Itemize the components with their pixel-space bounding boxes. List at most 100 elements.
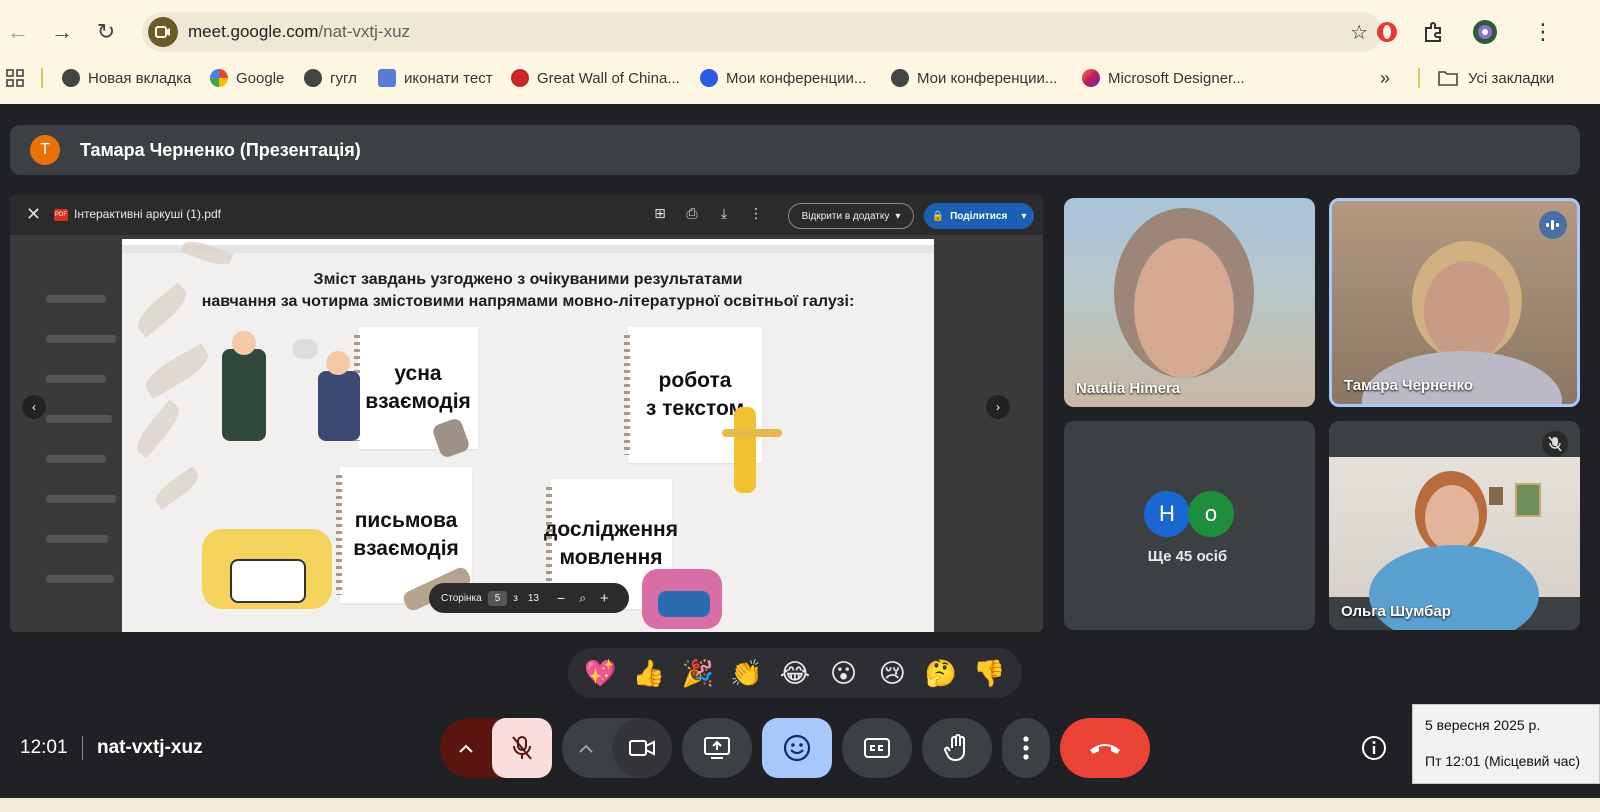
- lock-icon: 🔒: [931, 210, 945, 222]
- participant-tile[interactable]: Natalia Himera: [1064, 198, 1315, 407]
- reactions-bar: 💖 👍 🎉 👏 😂 😮 😢 🤔 👎: [568, 648, 1022, 698]
- bg-line: [46, 295, 106, 303]
- bg-line: [46, 495, 116, 503]
- more-bookmarks-chevron-icon[interactable]: »: [1380, 66, 1390, 90]
- blue-book-illustration: [658, 591, 710, 617]
- bookmark-label: Microsoft Designer...: [1108, 69, 1245, 87]
- raise-hand-button[interactable]: [922, 718, 992, 778]
- card-line: робота: [658, 369, 732, 392]
- zoom-out-icon[interactable]: −: [557, 590, 565, 606]
- presenter-bar: T Тамара Черненко (Презентація): [10, 125, 1580, 175]
- browser-menu-icon[interactable]: ⋮: [1528, 17, 1558, 47]
- video-options-chevron-up-icon[interactable]: [562, 718, 610, 778]
- call-end-icon: [1090, 744, 1120, 754]
- page-current-input[interactable]: 5: [487, 590, 508, 606]
- bookmark-label: Мои конференции...: [726, 69, 867, 87]
- reaction-clap[interactable]: 👏: [726, 653, 766, 693]
- more-options-button[interactable]: [1002, 718, 1050, 778]
- print-icon[interactable]: ⎙: [682, 205, 702, 225]
- wall-picture: [1489, 487, 1503, 505]
- more-participants-tile[interactable]: Н о Ще 45 осіб: [1064, 421, 1315, 630]
- page-of-label: з: [513, 592, 518, 604]
- reaction-surprised[interactable]: 😮: [824, 653, 864, 693]
- address-bar[interactable]: meet.google.com/nat-vxtj-xuz ☆: [142, 12, 1382, 52]
- bookmark-item[interactable]: Мои конференции...: [891, 66, 1057, 90]
- add-comment-icon[interactable]: ⊞: [650, 205, 670, 225]
- zoom-search-icon[interactable]: ⌕: [579, 591, 586, 606]
- participant-face: [1424, 261, 1510, 361]
- download-icon[interactable]: ⤓: [714, 205, 734, 225]
- bg-line: [46, 575, 114, 583]
- bookmark-item[interactable]: Мои конференции...: [700, 66, 866, 90]
- next-slide-chevron-icon[interactable]: ›: [986, 395, 1010, 419]
- illustration-girl-head: [326, 351, 350, 375]
- reload-icon[interactable]: ↻: [92, 18, 120, 46]
- participant-tile[interactable]: Ольга Шумбар: [1329, 421, 1580, 630]
- globe-icon: [62, 69, 80, 87]
- apps-grid-icon[interactable]: [6, 66, 24, 90]
- videocam-icon: [629, 740, 655, 756]
- zoom-icon: [700, 69, 718, 87]
- leave-call-button[interactable]: [1060, 718, 1150, 778]
- opera-extension-icon[interactable]: [1372, 17, 1402, 47]
- share-button[interactable]: 🔒 Поділитися ▾: [924, 203, 1034, 229]
- meeting-info-icon[interactable]: [1360, 734, 1388, 762]
- bookmark-item[interactable]: Новая вкладка: [62, 66, 191, 90]
- reaction-crying[interactable]: 😢: [872, 653, 912, 693]
- all-bookmarks-button[interactable]: Усі закладки: [1438, 66, 1554, 90]
- present-screen-button[interactable]: [682, 718, 752, 778]
- present-to-all-icon: [704, 737, 730, 759]
- url-text: meet.google.com/nat-vxtj-xuz: [188, 22, 410, 42]
- bookmark-item[interactable]: Microsoft Designer...: [1082, 66, 1245, 90]
- slide-heading-line: Зміст завдань узгоджено з очікуваними ре…: [313, 271, 743, 288]
- reactions-button[interactable]: [762, 718, 832, 778]
- reaction-thumbs-down[interactable]: 👎: [970, 653, 1010, 693]
- url-host: meet.google.com: [188, 22, 319, 41]
- reaction-sparkling-heart[interactable]: 💖: [580, 653, 620, 693]
- extensions-puzzle-icon[interactable]: [1418, 17, 1448, 47]
- audio-options-chevron-up-icon[interactable]: [440, 718, 492, 778]
- more-participants-avatars: Н о: [1144, 491, 1234, 537]
- raise-hand-icon: [944, 734, 965, 762]
- bookmark-item[interactable]: Google: [210, 66, 284, 90]
- notebook-spiral: [336, 475, 342, 595]
- reaction-thinking[interactable]: 🤔: [921, 653, 961, 693]
- bookmark-star-icon[interactable]: ☆: [1350, 20, 1368, 45]
- bookmark-item[interactable]: иконати тест: [378, 66, 493, 90]
- google-icon: [210, 69, 228, 87]
- leaf-decoration: [131, 399, 185, 459]
- reaction-laugh[interactable]: 😂: [775, 653, 815, 693]
- wall-picture: [1515, 483, 1541, 517]
- back-icon[interactable]: ←: [4, 18, 32, 46]
- microphone-toggle-button[interactable]: [492, 718, 552, 778]
- bg-line: [46, 375, 106, 383]
- bookmark-item[interactable]: Great Wall of China...: [511, 66, 680, 90]
- bookmark-item[interactable]: гугл: [304, 66, 357, 90]
- forward-icon[interactable]: →: [48, 18, 76, 46]
- pdf-toolbar: ✕ PDF Інтерактивні аркуші (1).pdf ⊞ ⎙ ⤓ …: [10, 195, 1043, 235]
- close-icon[interactable]: ✕: [26, 204, 41, 225]
- card-line: з текстом: [645, 397, 745, 420]
- zoom-in-icon[interactable]: +: [600, 590, 609, 607]
- slide-heading: Зміст завдань узгоджено з очікуваними ре…: [162, 269, 894, 313]
- mic-control-group: [440, 718, 552, 778]
- camera-toggle-button[interactable]: [612, 718, 672, 778]
- emoji-smile-icon: [783, 734, 811, 762]
- profile-avatar[interactable]: [1470, 17, 1500, 47]
- reaction-thumbs-up[interactable]: 👍: [629, 653, 669, 693]
- reaction-party[interactable]: 🎉: [678, 653, 718, 693]
- divider: [82, 736, 83, 760]
- globe-icon: [891, 69, 909, 87]
- prev-slide-chevron-icon[interactable]: ‹: [22, 395, 46, 419]
- participant-face: [1134, 238, 1234, 378]
- card-line: письмова: [354, 509, 458, 532]
- presenter-avatar: T: [30, 135, 60, 165]
- share-label: Поділитися: [950, 210, 1008, 222]
- meet-site-icon: [148, 17, 178, 47]
- more-vert-icon[interactable]: ⋮: [746, 205, 766, 225]
- open-with-button[interactable]: Відкрити в додатку ▾: [788, 203, 914, 229]
- leaf-decoration: [140, 343, 214, 399]
- pdf-file-icon: PDF: [54, 209, 68, 221]
- participant-tile-active-speaker[interactable]: Тамара Черненко: [1329, 198, 1580, 407]
- captions-button[interactable]: [842, 718, 912, 778]
